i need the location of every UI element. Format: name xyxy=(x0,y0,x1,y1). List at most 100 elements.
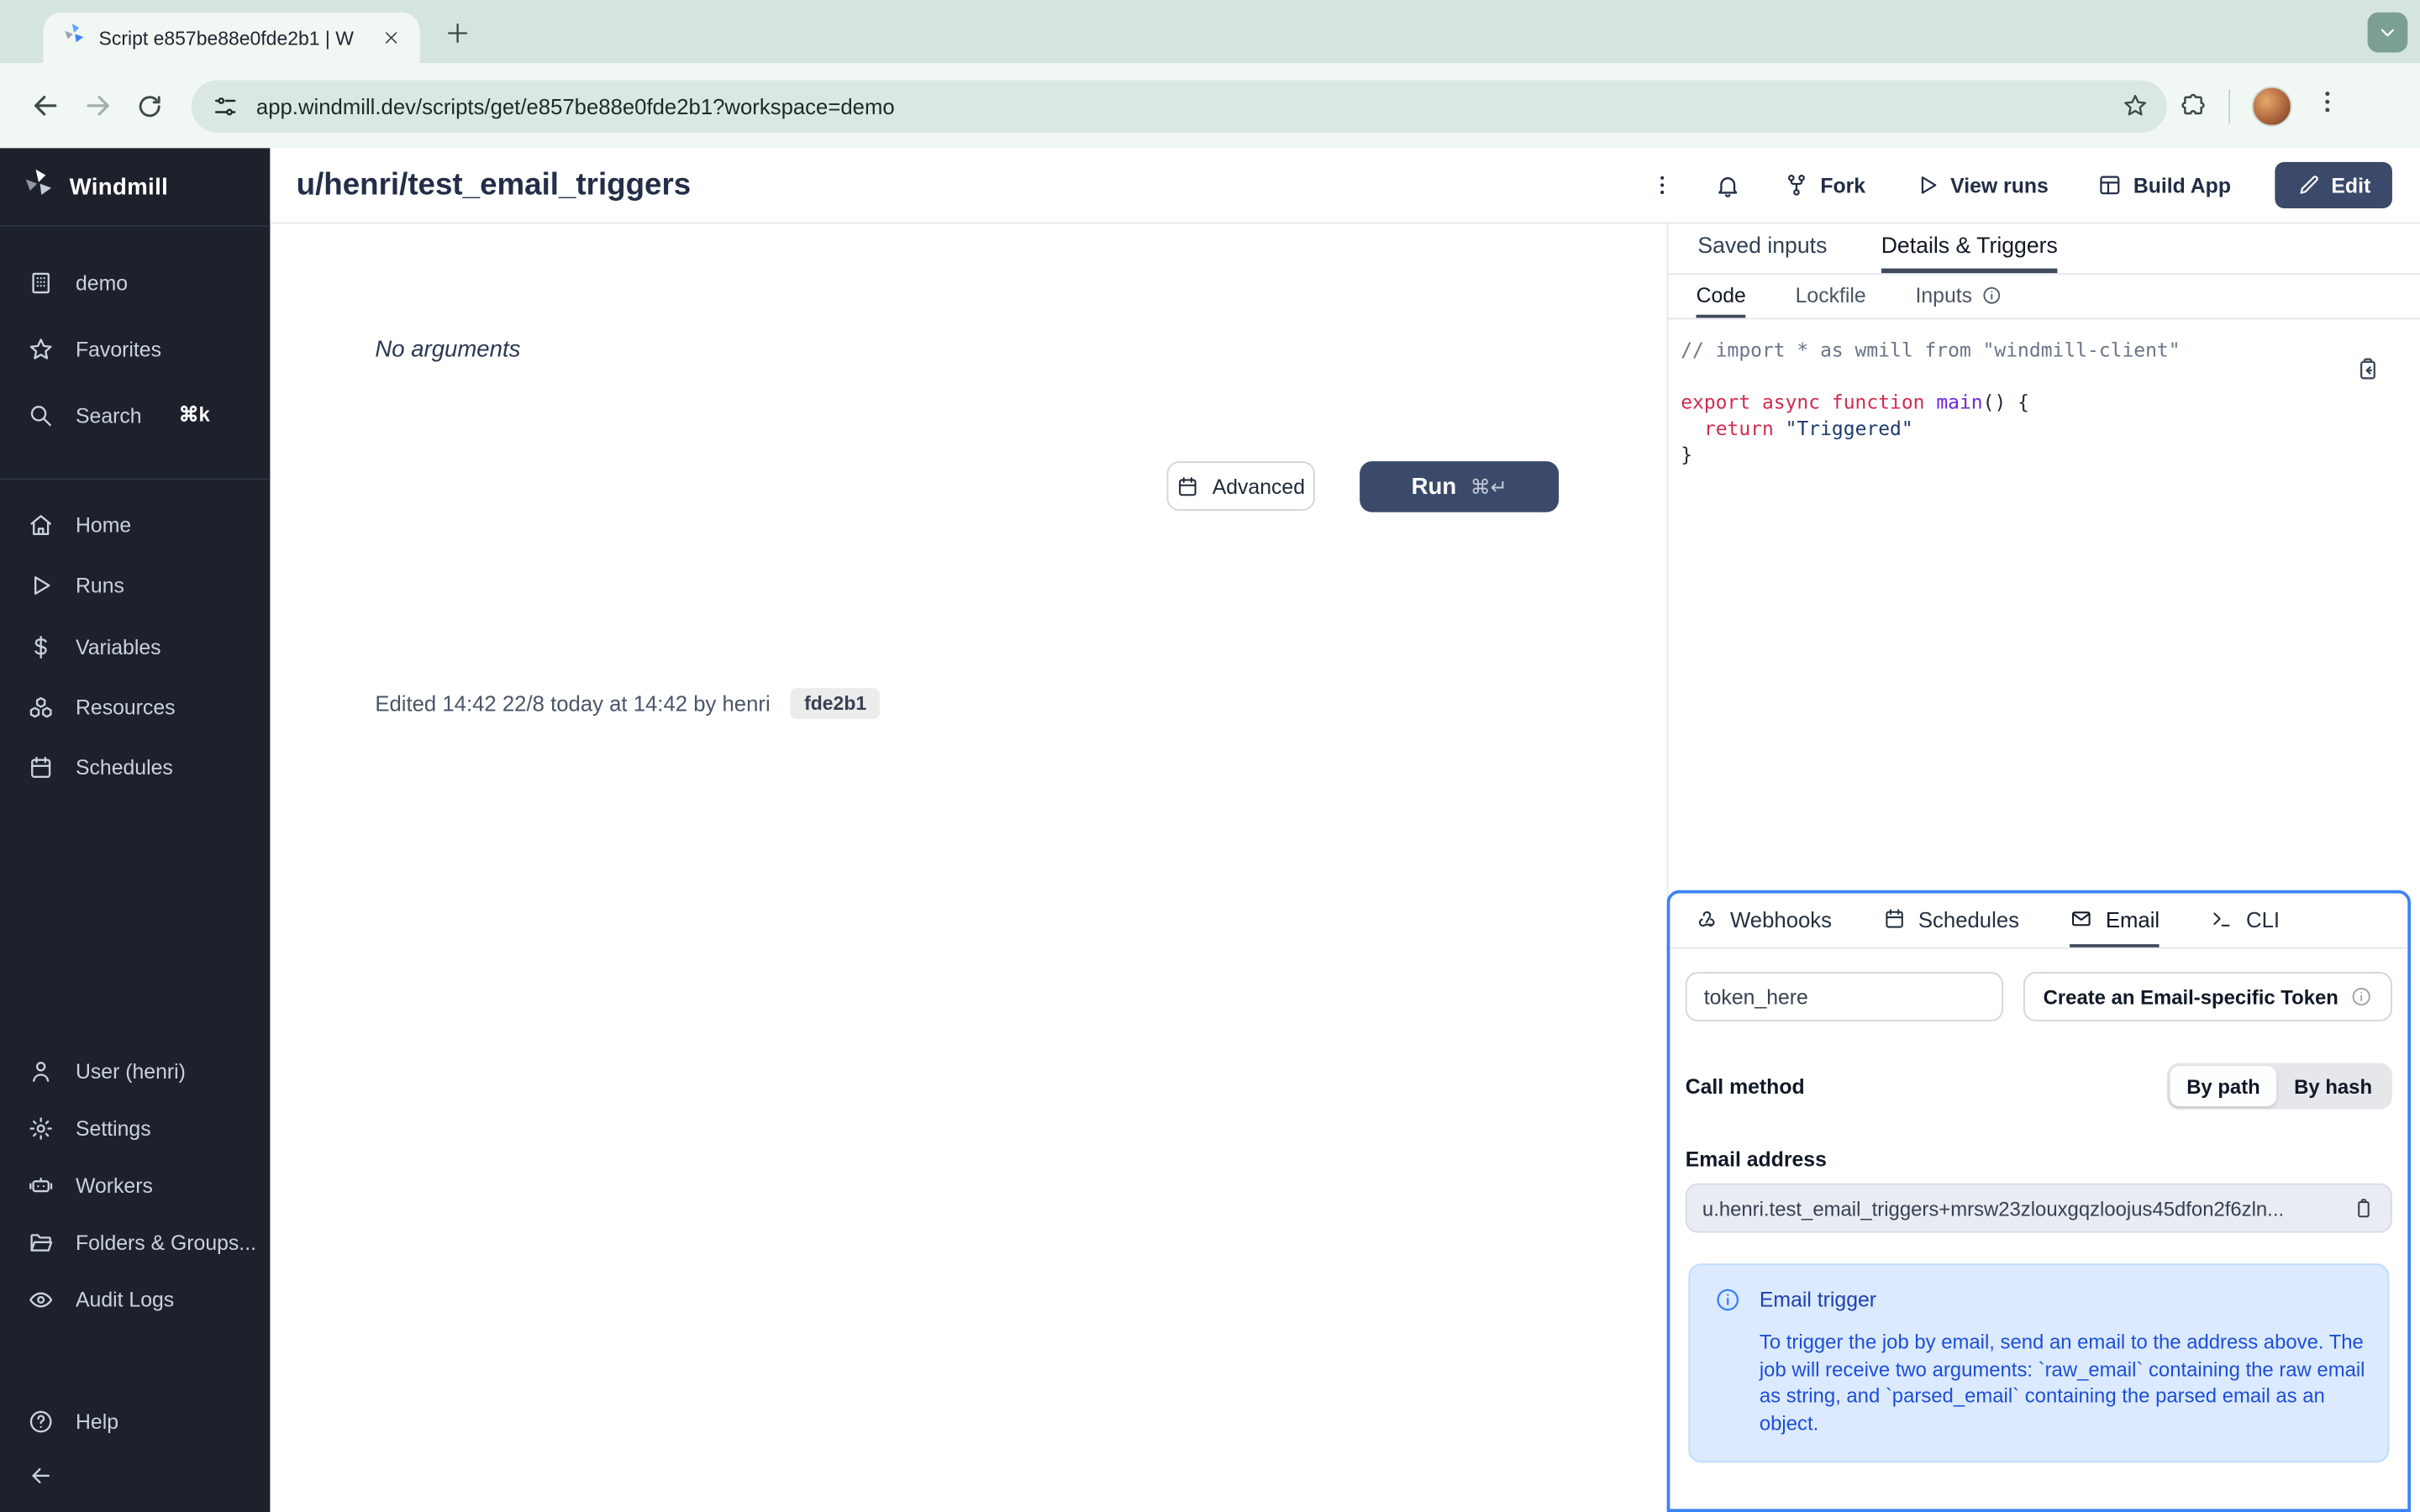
eye-icon xyxy=(29,1291,53,1307)
fork-button[interactable]: Fork xyxy=(1766,162,1884,208)
home-icon xyxy=(30,514,51,535)
sidebar-item-home[interactable]: Home xyxy=(0,503,270,546)
tab-details-triggers[interactable]: Details & Triggers xyxy=(1881,223,2058,274)
layout-grid-icon xyxy=(2100,176,2120,195)
browser-tab[interactable]: Script e857be88e0fde2b1 | W xyxy=(43,12,420,64)
building-icon xyxy=(32,271,50,293)
sidebar-item-favorites[interactable]: Favorites xyxy=(0,327,270,370)
play-icon xyxy=(34,575,50,595)
sidebar-item-variables[interactable]: Variables xyxy=(0,625,270,668)
sidebar-item-user[interactable]: User (henri) xyxy=(0,1049,270,1092)
code-signature: () { xyxy=(1982,390,2029,414)
sidebar-item-resources[interactable]: Resources xyxy=(0,685,270,728)
sidebar-item-runs[interactable]: Runs xyxy=(0,563,270,606)
edited-text: Edited 14:42 22/8 today at 14:42 by henr… xyxy=(375,690,771,717)
by-path-option[interactable]: By path xyxy=(2169,1066,2277,1106)
build-app-label: Build App xyxy=(2133,173,2231,197)
edit-button[interactable]: Edit xyxy=(2274,161,2392,208)
tab-webhooks[interactable]: Webhooks xyxy=(1695,893,1832,947)
tab-schedules[interactable]: Schedules xyxy=(1883,893,2019,947)
subtab-code[interactable]: Code xyxy=(1696,275,1746,318)
arrow-left-icon xyxy=(32,1467,50,1483)
tab-cli[interactable]: CLI xyxy=(2211,893,2280,947)
extensions-puzzle-icon[interactable] xyxy=(2179,92,2207,119)
bookmark-star-icon[interactable] xyxy=(2123,92,2149,118)
reload-icon[interactable] xyxy=(124,80,176,132)
tab-cli-label: CLI xyxy=(2246,906,2281,932)
new-tab-icon[interactable] xyxy=(445,20,471,46)
run-button[interactable]: Run ⌘↵ xyxy=(1360,461,1560,512)
browser-toolbar: app.windmill.dev/scripts/get/e857be88e0f… xyxy=(0,63,2420,149)
sidebar-item-label: Home xyxy=(76,512,132,537)
back-icon[interactable] xyxy=(18,80,71,132)
build-app-button[interactable]: Build App xyxy=(2080,162,2250,208)
tab-saved-inputs[interactable]: Saved inputs xyxy=(1697,223,1827,273)
sidebar-item-search[interactable]: Search ⌘k xyxy=(0,393,270,436)
sidebar-item-schedules[interactable]: Schedules xyxy=(0,745,270,788)
subtab-inputs[interactable]: Inputs xyxy=(1916,275,2002,318)
code-keyword: return xyxy=(1703,416,1786,440)
info-icon xyxy=(2352,987,2371,1006)
forward-icon[interactable] xyxy=(71,80,123,132)
tab-email-label: Email xyxy=(2105,906,2160,932)
sidebar-collapse-button[interactable] xyxy=(0,1453,270,1496)
sidebar-item-workers[interactable]: Workers xyxy=(0,1163,270,1206)
play-icon xyxy=(1921,176,1936,194)
tab-title: Script e857be88e0fde2b1 | W xyxy=(98,27,354,49)
tab-close-icon[interactable] xyxy=(378,24,404,50)
sidebar-item-folders[interactable]: Folders & Groups... xyxy=(0,1221,270,1263)
page-title: u/henri/test_email_triggers xyxy=(296,167,692,202)
star-icon xyxy=(29,338,52,359)
webhook-icon xyxy=(1698,911,1715,927)
url-bar[interactable]: app.windmill.dev/scripts/get/e857be88e0f… xyxy=(191,79,2167,133)
pencil-icon xyxy=(2299,176,2317,194)
sidebar-item-label: Search xyxy=(76,403,142,427)
notifications-bell-icon[interactable] xyxy=(1702,162,1754,208)
sidebar-item-label: Resources xyxy=(76,695,176,718)
sidebar-item-settings[interactable]: Settings xyxy=(0,1106,270,1149)
sidebar-item-help[interactable]: Help xyxy=(0,1399,270,1442)
folder-icon xyxy=(30,1233,53,1251)
calendar-icon xyxy=(31,755,51,778)
edited-row: Edited 14:42 22/8 today at 14:42 by henr… xyxy=(375,688,881,719)
more-options-kebab-icon[interactable] xyxy=(1637,162,1689,208)
sidebar-item-audit-logs[interactable]: Audit Logs xyxy=(0,1278,270,1320)
subtab-lockfile[interactable]: Lockfile xyxy=(1796,275,1866,318)
profile-avatar[interactable] xyxy=(2251,85,2292,126)
advanced-button[interactable]: Advanced xyxy=(1166,461,1315,511)
code-subtabs: Code Lockfile Inputs xyxy=(1668,275,2420,320)
version-badge[interactable]: fde2b1 xyxy=(790,688,881,719)
dollar-icon xyxy=(34,635,47,659)
sidebar-item-label: demo xyxy=(76,270,129,294)
tab-email[interactable]: Email xyxy=(2070,893,2160,948)
token-row: Create an Email-specific Token xyxy=(1685,972,2392,1021)
git-fork-icon xyxy=(1788,175,1806,196)
sidebar-item-label: Folders & Groups... xyxy=(76,1230,256,1254)
tab-search-chevron-icon[interactable] xyxy=(2367,12,2408,53)
run-label: Run xyxy=(1411,473,1457,501)
by-hash-option[interactable]: By hash xyxy=(2277,1066,2389,1106)
mail-icon xyxy=(2072,911,2091,927)
sidebar-item-label: Schedules xyxy=(76,755,173,779)
sidebar-item-workspace[interactable]: demo xyxy=(0,260,270,303)
sidebar-item-label: Audit Logs xyxy=(76,1287,175,1311)
info-icon xyxy=(1983,286,2000,303)
site-settings-icon[interactable] xyxy=(213,93,237,118)
code-keyword: export async function xyxy=(1681,390,1937,414)
email-trigger-info-box: Email trigger To trigger the job by emai… xyxy=(1688,1263,2390,1463)
email-address-field[interactable]: u.henri.test_email_triggers+mrsw23zlouxg… xyxy=(1685,1183,2392,1233)
create-token-button[interactable]: Create an Email-specific Token xyxy=(2023,972,2392,1021)
search-icon xyxy=(30,405,51,426)
brand[interactable]: Windmill xyxy=(0,148,271,227)
chrome-menu-icon[interactable] xyxy=(2313,88,2341,123)
code-function-name: main xyxy=(1936,390,1983,414)
calendar-icon xyxy=(1180,476,1197,496)
info-body: To trigger the job by email, send an ema… xyxy=(1759,1330,2365,1435)
gear-icon xyxy=(29,1116,52,1139)
copy-code-icon[interactable] xyxy=(2350,354,2381,385)
no-arguments-text: No arguments xyxy=(375,336,521,363)
calendar-icon xyxy=(1886,909,1903,928)
token-input[interactable] xyxy=(1685,972,2004,1021)
view-runs-button[interactable]: View runs xyxy=(1897,162,2067,208)
